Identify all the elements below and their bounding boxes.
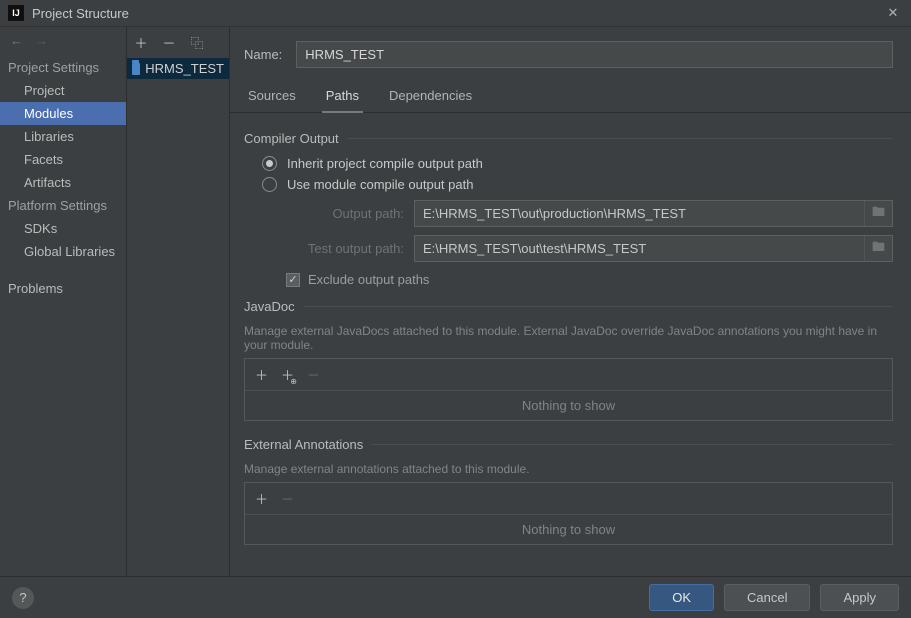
sidebar: ← → Project Settings Project Modules Lib…	[0, 27, 127, 576]
javadoc-add-icon[interactable]: ＋	[255, 365, 269, 384]
external-annotations-desc: Manage external annotations attached to …	[244, 462, 893, 476]
cancel-button[interactable]: Cancel	[724, 584, 810, 611]
window-title: Project Structure	[32, 6, 883, 21]
sidebar-group-platform-settings: Platform Settings	[0, 194, 126, 217]
sidebar-item-facets[interactable]: Facets	[0, 148, 126, 171]
help-button[interactable]: ?	[12, 587, 34, 609]
sidebar-item-project[interactable]: Project	[0, 79, 126, 102]
module-copy-icon[interactable]: ⿻	[189, 33, 205, 52]
radio-inherit-output-label: Inherit project compile output path	[287, 156, 483, 171]
sidebar-item-artifacts[interactable]: Artifacts	[0, 171, 126, 194]
section-external-annotations: External Annotations	[244, 437, 363, 452]
exclude-output-label: Exclude output paths	[308, 272, 429, 287]
apply-button[interactable]: Apply	[820, 584, 899, 611]
ok-button[interactable]: OK	[649, 584, 714, 611]
module-add-icon[interactable]: ＋	[133, 33, 149, 52]
output-path-label: Output path:	[286, 206, 404, 221]
tab-dependencies[interactable]: Dependencies	[385, 82, 476, 112]
close-icon[interactable]: ✕	[883, 5, 903, 21]
module-remove-icon[interactable]: －	[161, 33, 177, 52]
javadoc-list: ＋ ＋⊕ － Nothing to show	[244, 358, 893, 421]
sidebar-item-sdks[interactable]: SDKs	[0, 217, 126, 240]
javadoc-remove-icon[interactable]: －	[307, 365, 321, 384]
section-compiler-output: Compiler Output	[244, 131, 339, 146]
sidebar-item-libraries[interactable]: Libraries	[0, 125, 126, 148]
section-javadoc: JavaDoc	[244, 299, 295, 314]
module-tabs: Sources Paths Dependencies	[230, 82, 911, 113]
dialog-footer: ? OK Cancel Apply	[0, 576, 911, 618]
sidebar-group-project-settings: Project Settings	[0, 56, 126, 79]
sidebar-item-modules[interactable]: Modules	[0, 102, 126, 125]
nav-forward-icon[interactable]: →	[35, 33, 48, 48]
module-item-label: HRMS_TEST	[145, 61, 224, 76]
radio-module-output-label: Use module compile output path	[287, 177, 473, 192]
test-output-path-label: Test output path:	[286, 241, 404, 256]
annotations-add-icon[interactable]: ＋	[255, 489, 269, 508]
external-annotations-list: ＋ － Nothing to show	[244, 482, 893, 545]
annotations-remove-icon[interactable]: －	[281, 489, 295, 508]
nav-back-icon[interactable]: ←	[10, 33, 23, 48]
module-folder-icon	[132, 63, 140, 75]
titlebar: IJ Project Structure ✕	[0, 0, 911, 27]
tab-sources[interactable]: Sources	[244, 82, 300, 112]
tab-paths[interactable]: Paths	[322, 82, 363, 113]
output-path-input[interactable]	[415, 201, 864, 226]
output-path-browse-icon[interactable]: 🖿	[864, 201, 892, 226]
test-output-path-input[interactable]	[415, 236, 864, 261]
annotations-empty: Nothing to show	[245, 514, 892, 544]
name-label: Name:	[244, 47, 282, 62]
app-icon: IJ	[8, 5, 24, 21]
test-output-path-browse-icon[interactable]: 🖿	[864, 236, 892, 261]
radio-inherit-output[interactable]	[262, 156, 277, 171]
module-item-hrms-test[interactable]: HRMS_TEST	[127, 58, 229, 79]
sidebar-item-global-libraries[interactable]: Global Libraries	[0, 240, 126, 263]
radio-module-output[interactable]	[262, 177, 277, 192]
module-list: ＋ － ⿻ HRMS_TEST	[127, 27, 230, 576]
javadoc-empty: Nothing to show	[245, 390, 892, 420]
sidebar-item-problems[interactable]: Problems	[0, 277, 126, 300]
javadoc-desc: Manage external JavaDocs attached to thi…	[244, 324, 893, 352]
exclude-output-checkbox[interactable]: ✓	[286, 273, 300, 287]
module-details-panel: Name: Sources Paths Dependencies Compile…	[230, 27, 911, 576]
javadoc-add-url-icon[interactable]: ＋⊕	[281, 365, 295, 384]
module-name-input[interactable]	[296, 41, 893, 68]
